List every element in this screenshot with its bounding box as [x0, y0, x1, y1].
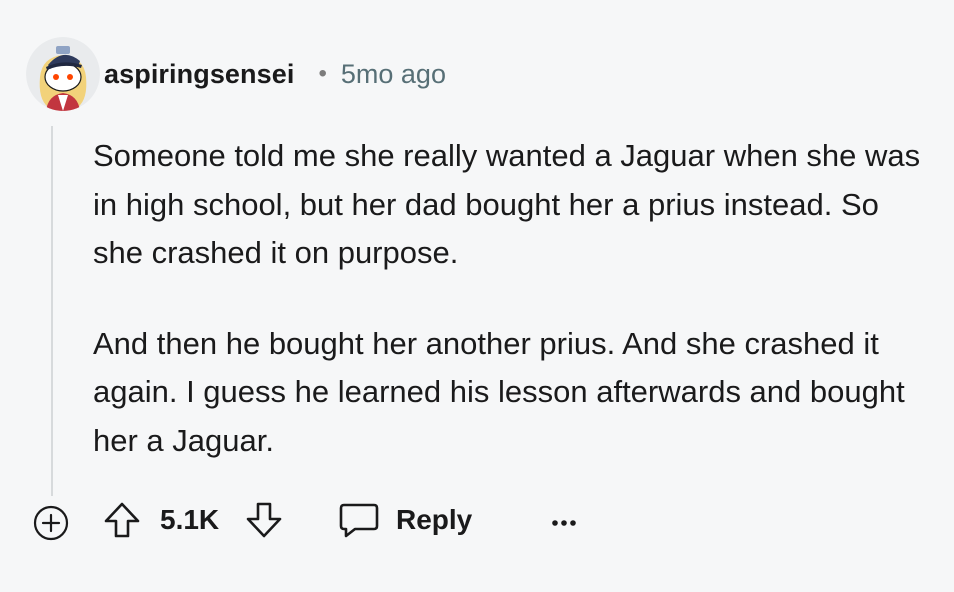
- comment-header: aspiringsensei • 5mo ago: [104, 56, 446, 92]
- timestamp[interactable]: 5mo ago: [341, 59, 446, 90]
- avatar[interactable]: [26, 37, 100, 111]
- more-options-button[interactable]: [540, 502, 588, 538]
- arrow-down-icon: [246, 502, 282, 538]
- speech-bubble-icon: [339, 503, 379, 538]
- snoo-avatar-icon: [26, 37, 100, 111]
- comment-paragraph: Someone told me she really wanted a Jagu…: [93, 138, 921, 270]
- expand-button[interactable]: [32, 504, 70, 542]
- upvote-button[interactable]: [102, 500, 142, 540]
- ellipsis-icon: [552, 520, 576, 526]
- comment-body: Someone told me she really wanted a Jagu…: [93, 132, 933, 465]
- comment-paragraph: And then he bought her another prius. An…: [93, 325, 905, 458]
- downvote-button[interactable]: [244, 500, 284, 540]
- comment: aspiringsensei • 5mo ago Someone told me…: [0, 0, 954, 592]
- username[interactable]: aspiringsensei: [104, 59, 294, 90]
- arrow-up-icon: [104, 502, 140, 538]
- meta-separator: •: [318, 60, 327, 87]
- plus-circle-icon: [33, 505, 69, 541]
- reply-label: Reply: [396, 504, 473, 535]
- comment-actions: 5.1K Reply: [0, 496, 954, 544]
- vote-score: 5.1K: [160, 504, 220, 535]
- thread-line[interactable]: [51, 126, 53, 496]
- reply-button[interactable]: Reply: [338, 498, 472, 542]
